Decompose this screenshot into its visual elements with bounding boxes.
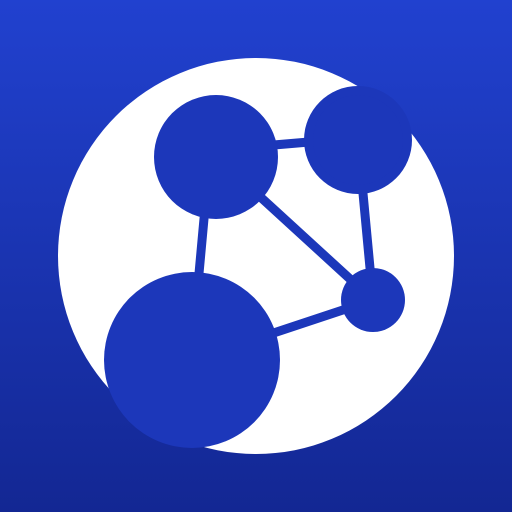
network-globe-logo-icon: [58, 58, 454, 454]
node-top-left: [154, 95, 278, 219]
node-right-small: [341, 268, 405, 332]
app-icon: [0, 0, 512, 512]
node-bottom-large: [104, 272, 280, 448]
node-top-right: [313, 95, 403, 185]
